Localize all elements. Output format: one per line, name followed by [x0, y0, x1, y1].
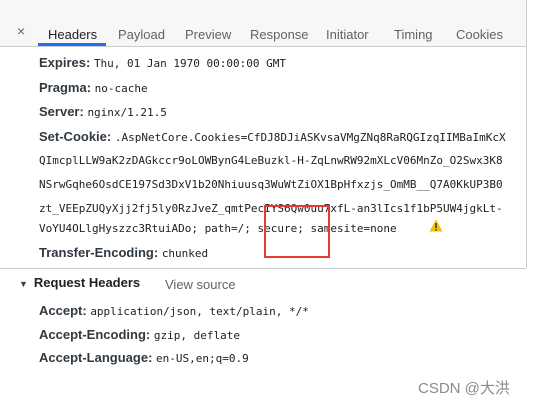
- active-tab-indicator: [38, 43, 106, 46]
- highlight-box: [264, 205, 330, 258]
- tab-response[interactable]: Response: [250, 27, 309, 42]
- header-server: Server: nginx/1.21.5: [39, 104, 167, 121]
- header-name: Transfer-Encoding:: [39, 245, 159, 260]
- section-divider: [0, 268, 526, 269]
- header-value: en-US,en;q=0.9: [156, 352, 249, 365]
- header-name: Accept-Language:: [39, 350, 153, 365]
- header-accept: Accept: application/json, text/plain, */…: [39, 303, 309, 320]
- tab-timing[interactable]: Timing: [394, 27, 433, 42]
- panel-border: [526, 0, 527, 268]
- header-name: Accept-Encoding:: [39, 327, 151, 342]
- header-name: Server:: [39, 104, 84, 119]
- header-name: Accept:: [39, 303, 87, 318]
- header-value: no-cache: [94, 82, 148, 95]
- section-title: Request Headers: [33, 275, 141, 290]
- header-name: Expires:: [39, 55, 91, 70]
- header-transfer-encoding: Transfer-Encoding: chunked: [39, 245, 208, 262]
- header-expires: Expires: Thu, 01 Jan 1970 00:00:00 GMT: [39, 55, 286, 72]
- warning-icon[interactable]: [429, 219, 443, 232]
- request-headers-toggle[interactable]: ▼ Request Headers: [19, 275, 140, 290]
- header-accept-language: Accept-Language: en-US,en;q=0.9: [39, 350, 249, 367]
- set-cookie-continuation: NSrwGqhe6OsdCE197Sd3DxV1b20Nhiuusq3WuWtZ…: [39, 178, 503, 191]
- header-value: chunked: [161, 247, 209, 260]
- close-icon[interactable]: ×: [17, 23, 25, 39]
- tab-cookies[interactable]: Cookies: [456, 27, 503, 42]
- header-pragma: Pragma: no-cache: [39, 80, 148, 97]
- header-value: Thu, 01 Jan 1970 00:00:00 GMT: [93, 57, 286, 70]
- header-name: Pragma:: [39, 80, 92, 95]
- header-name: Set-Cookie:: [39, 129, 112, 144]
- watermark: CSDN @大洪: [418, 380, 510, 397]
- caret-down-icon: ▼: [19, 279, 28, 289]
- set-cookie-continuation: QImcplLLW9aK2zDAGkccr9oLOWBynG4LeBuzkl-H…: [39, 154, 503, 167]
- tab-preview[interactable]: Preview: [185, 27, 231, 42]
- tab-headers[interactable]: Headers: [48, 27, 97, 42]
- header-value: .AspNetCore.Cookies=CfDJ8DJiASKvsaVMgZNq…: [114, 131, 506, 144]
- header-value: nginx/1.21.5: [87, 106, 167, 119]
- devtools-tab-bar: × Headers Payload Preview Response Initi…: [0, 0, 526, 47]
- header-set-cookie: Set-Cookie: .AspNetCore.Cookies=CfDJ8DJi…: [39, 129, 526, 146]
- tab-initiator[interactable]: Initiator: [326, 27, 369, 42]
- tab-payload[interactable]: Payload: [118, 27, 165, 42]
- view-source-link[interactable]: View source: [165, 277, 236, 292]
- header-accept-encoding: Accept-Encoding: gzip, deflate: [39, 327, 240, 344]
- header-value: gzip, deflate: [153, 329, 240, 342]
- header-value: application/json, text/plain, */*: [90, 305, 309, 318]
